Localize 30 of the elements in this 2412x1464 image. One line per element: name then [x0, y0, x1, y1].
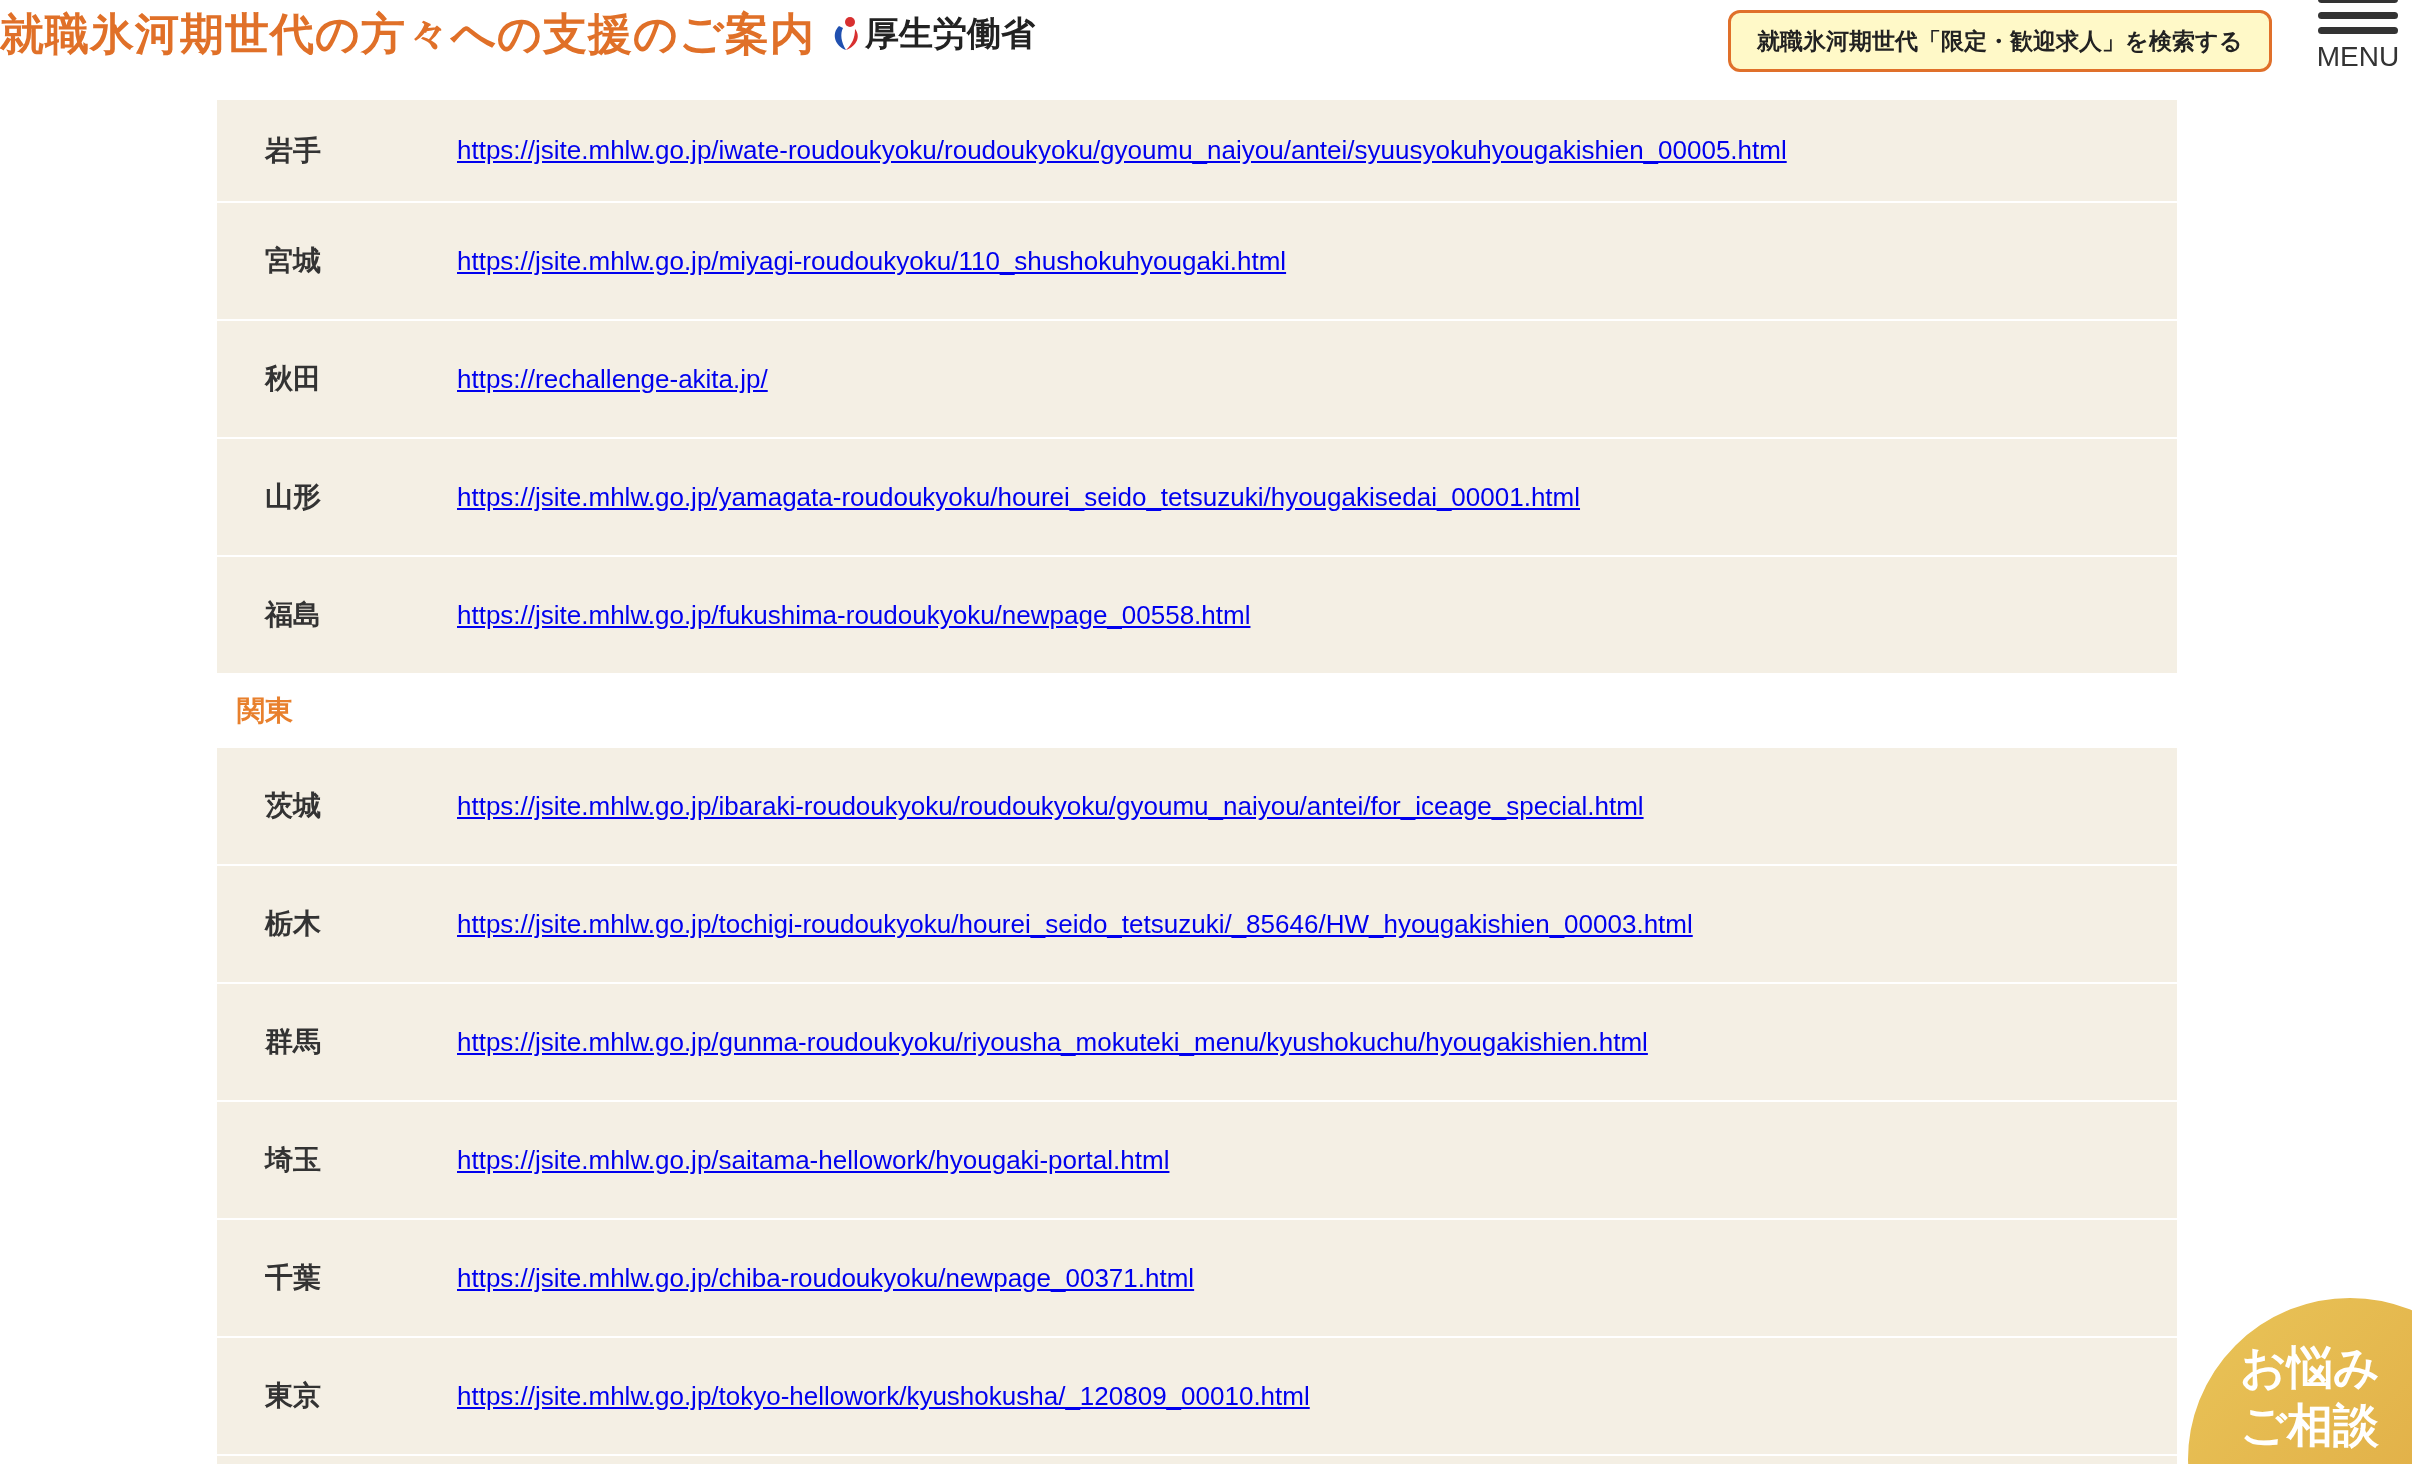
prefecture-label: 千葉	[264, 1261, 322, 1295]
prefecture-label: 秋田	[263, 362, 322, 396]
prefecture-label: 宮城	[264, 244, 322, 278]
region-heading: 関東	[237, 693, 293, 728]
url-link[interactable]: https://jsite.mhlw.go.jp/yamagata-roudoukyoku/hourei_seido_tetsuzuki/hyougakisedai_00001.html	[457, 477, 1580, 517]
prefecture-label: 群馬	[264, 1025, 322, 1059]
url-link[interactable]: https://jsite.mhlw.go.jp/ibaraki-roudoukyoku/roudoukyoku/gyoumu_naiyou/antei/for_iceage_special.html	[457, 786, 1644, 826]
badge-text: お悩み	[2240, 1340, 2381, 1395]
menu-button[interactable]: MENU	[2312, 0, 2404, 74]
url-link[interactable]: https://jsite.mhlw.go.jp/tokyo-hellowork/kyushokusha/_120809_00010.html	[457, 1376, 1310, 1416]
url-link[interactable]: https://jsite.mhlw.go.jp/fukushima-roudoukyoku/newpage_00558.html	[457, 595, 1251, 635]
url-link[interactable]: https://rechallenge-akita.jp/	[457, 359, 768, 399]
page-title: 就職氷河期世代の方々への支援のご案内	[0, 8, 815, 60]
prefecture-label: 山形	[264, 480, 322, 514]
prefecture-label: 埼玉	[263, 1143, 322, 1177]
url-link[interactable]: https://jsite.mhlw.go.jp/chiba-roudoukyoku/newpage_00371.html	[457, 1258, 1195, 1298]
url-link[interactable]: https://jsite.mhlw.go.jp/iwate-roudoukyoku/roudoukyoku/gyoumu_naiyou/antei/syuusyokuhyougakishien_00005.html	[457, 131, 1787, 170]
prefecture-label: 岩手	[264, 133, 322, 168]
badge-text: ご相談	[2240, 1398, 2380, 1453]
prefecture-label: 福島	[263, 598, 322, 632]
menu-icon	[2318, 0, 2398, 34]
prefecture-label: 東京	[264, 1379, 322, 1413]
job-search-button[interactable]: 就職氷河期世代「限定・歓迎求人」を検索する	[1728, 10, 2272, 72]
url-link[interactable]: https://jsite.mhlw.go.jp/saitama-hellowork/hyougaki-portal.html	[457, 1140, 1170, 1180]
url-link[interactable]: https://jsite.mhlw.go.jp/tochigi-roudoukyoku/hourei_seido_tetsuzuki/_85646/HW_hyougakishien_00003.html	[457, 904, 1693, 944]
prefecture-label: 茨城	[264, 789, 322, 823]
prefecture-label: 栃木	[263, 907, 322, 941]
url-link[interactable]: https://jsite.mhlw.go.jp/gunma-roudoukyoku/riyousha_mokuteki_menu/kyushokuchu/hyougakishien.html	[457, 1022, 1648, 1062]
ministry-logo-text: 厚生労働省	[865, 13, 1035, 54]
url-link[interactable]: https://jsite.mhlw.go.jp/miyagi-roudoukyoku/110_shushokuhyougaki.html	[457, 241, 1287, 281]
